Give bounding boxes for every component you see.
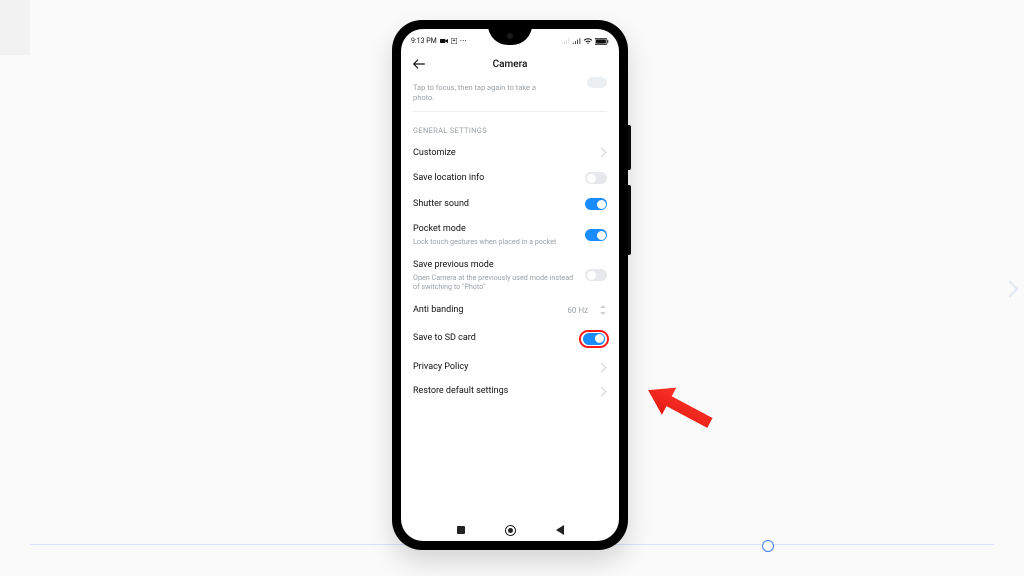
cast-icon xyxy=(451,38,457,44)
toggle-save-location[interactable] xyxy=(585,172,607,184)
setting-sub: Tap to focus, then tap again to take a xyxy=(413,83,581,93)
signal-icon xyxy=(572,38,581,45)
back-button[interactable] xyxy=(411,56,427,72)
phone-side-button xyxy=(628,185,631,255)
setting-sub: photo. xyxy=(413,93,581,103)
page-decor-panel xyxy=(0,0,30,55)
up-down-icon xyxy=(600,305,607,315)
carousel-progress-handle[interactable] xyxy=(762,540,774,552)
page-title: Camera xyxy=(493,59,528,70)
toggle-pocket-mode[interactable] xyxy=(585,229,607,241)
chevron-right-icon xyxy=(597,148,607,158)
setting-label: Customize xyxy=(413,148,590,159)
setting-label: Save location info xyxy=(413,173,577,184)
chevron-right-icon xyxy=(597,362,607,372)
setting-label: Anti banding xyxy=(413,305,559,316)
nav-home-icon[interactable] xyxy=(505,525,516,536)
toggle-save-previous-mode[interactable] xyxy=(585,269,607,281)
signal-icon-dim xyxy=(561,38,570,45)
android-nav-bar xyxy=(401,519,619,541)
setting-label: Restore default settings xyxy=(413,386,590,397)
battery-icon xyxy=(595,38,609,45)
setting-row-truncated[interactable]: Tap to focus, then tap again to take a p… xyxy=(413,77,607,112)
setting-row-anti-banding[interactable]: Anti banding 60 Hz xyxy=(413,298,607,323)
nav-recent-icon[interactable] xyxy=(457,526,465,534)
setting-label: Privacy Policy xyxy=(413,362,590,373)
setting-sub: Open Camera at the previously used mode … xyxy=(413,273,577,291)
video-recording-icon xyxy=(440,38,448,44)
back-arrow-icon xyxy=(411,56,427,72)
setting-label: Save previous mode xyxy=(413,260,577,271)
wifi-icon xyxy=(583,37,593,45)
setting-row-restore-defaults[interactable]: Restore default settings xyxy=(413,379,607,404)
setting-label: Shutter sound xyxy=(413,199,577,210)
setting-row-save-location[interactable]: Save location info xyxy=(413,165,607,191)
toggle-disabled-icon xyxy=(587,77,607,88)
chevron-right-icon xyxy=(597,387,607,397)
section-header-general: GENERAL SETTINGS xyxy=(413,112,607,141)
carousel-next-icon[interactable] xyxy=(1002,281,1019,298)
setting-row-privacy-policy[interactable]: Privacy Policy xyxy=(413,355,607,380)
nav-back-icon[interactable] xyxy=(556,525,564,535)
setting-row-save-to-sd-card[interactable]: Save to SD card xyxy=(413,323,607,355)
setting-row-shutter-sound[interactable]: Shutter sound xyxy=(413,191,607,217)
setting-label: Save to SD card xyxy=(413,333,571,344)
phone-screen: 9:13 PM ⋯ Camera Tap to focus, then tap xyxy=(401,29,619,541)
setting-row-pocket-mode[interactable]: Pocket mode Lock touch gestures when pla… xyxy=(413,217,607,253)
status-more-icon: ⋯ xyxy=(460,37,466,45)
setting-value: 60 Hz xyxy=(567,306,588,315)
setting-sub: Lock touch gestures when placed in a poc… xyxy=(413,237,577,246)
annotation-highlight-ring xyxy=(579,330,609,348)
status-time: 9:13 PM xyxy=(411,37,437,45)
phone-side-button xyxy=(628,125,631,170)
setting-row-customize[interactable]: Customize xyxy=(413,141,607,166)
annotation-arrow-icon xyxy=(644,384,714,429)
app-header: Camera xyxy=(401,51,619,77)
toggle-shutter-sound[interactable] xyxy=(585,198,607,210)
setting-label: Pocket mode xyxy=(413,224,577,235)
phone-frame: 9:13 PM ⋯ Camera Tap to focus, then tap xyxy=(392,20,628,550)
settings-content[interactable]: Tap to focus, then tap again to take a p… xyxy=(401,77,619,404)
toggle-save-to-sd-card[interactable] xyxy=(583,333,605,345)
setting-row-save-previous-mode[interactable]: Save previous mode Open Camera at the pr… xyxy=(413,253,607,298)
